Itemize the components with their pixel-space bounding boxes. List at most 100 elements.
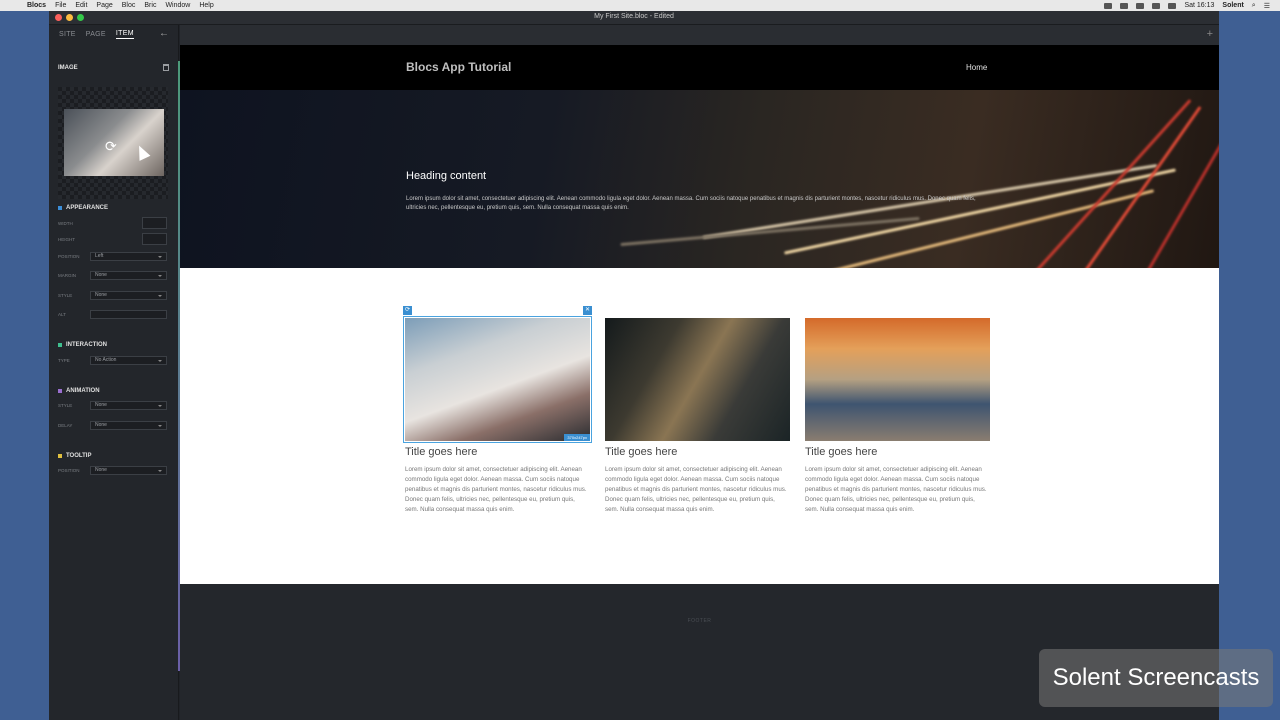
wifi-icon[interactable]	[1152, 2, 1161, 9]
height-row: HEIGHT	[58, 233, 170, 245]
height-label: HEIGHT	[58, 236, 76, 242]
footer-label: FOOTER	[687, 618, 712, 624]
alt-field[interactable]	[90, 309, 167, 319]
position-select[interactable]: Left	[90, 251, 167, 261]
refresh-icon[interactable]: ⟳	[105, 138, 117, 155]
hero-heading[interactable]: Heading content	[406, 170, 486, 182]
site-header[interactable]: Blocs App Tutorial Home	[180, 45, 1219, 90]
card-title[interactable]: Title goes here	[805, 446, 990, 458]
status-area: Sat 16:13 Solent ⌕ ☰	[1104, 2, 1270, 10]
card-body[interactable]: Lorem ipsum dolor sit amet, consectetuer…	[605, 465, 790, 515]
appearance-label: APPEARANCE	[66, 205, 109, 211]
trash-icon[interactable]	[163, 64, 169, 71]
canvas-toolbar: +	[180, 25, 1219, 45]
tooltip-color-square	[58, 454, 62, 458]
card-3: Title goes here Lorem ipsum dolor sit am…	[805, 318, 990, 515]
card-title[interactable]: Title goes here	[605, 446, 790, 458]
menu-window[interactable]: Window	[165, 2, 190, 9]
app-window: My First Site.bloc - Edited SITE PAGE IT…	[49, 11, 1219, 720]
clock[interactable]: Sat 16:13	[1184, 2, 1214, 9]
card-1: ⟳ ✕ 370x247px Title goes here Lorem ipsu…	[403, 306, 592, 515]
width-label: WIDTH	[58, 220, 73, 226]
watermark: Solent Screencasts	[1039, 649, 1273, 707]
dropbox-icon[interactable]	[1104, 2, 1113, 9]
style-select[interactable]: None	[90, 290, 167, 300]
animation-label: ANIMATION	[66, 388, 100, 394]
position-row: POSITION Left	[58, 251, 170, 261]
margin-row: MARGIN None	[58, 270, 170, 280]
tab-site[interactable]: SITE	[59, 31, 76, 38]
menu-bar: Blocs File Edit Page Bloc Bric Window He…	[0, 0, 1280, 11]
card-title[interactable]: Title goes here	[405, 446, 590, 458]
site-title[interactable]: Blocs App Tutorial	[406, 60, 511, 74]
tooltip-section-title: TOOLTIP	[58, 453, 91, 459]
image-preview[interactable]: ⟳	[58, 87, 168, 199]
hero-text[interactable]: Lorem ipsum dolor sit amet, consectetuer…	[406, 195, 986, 213]
menu-file[interactable]: File	[55, 2, 66, 9]
interaction-type-row: TYPE No Action	[58, 355, 170, 365]
tooltip-position-label: POSITION	[58, 467, 80, 473]
card-image-keyboard[interactable]: ⟳ ✕ 370x247px	[403, 306, 592, 443]
record-icon[interactable]	[1120, 2, 1129, 9]
appearance-color-square	[58, 206, 62, 210]
alt-label: ALT	[58, 311, 66, 317]
title-bar: My First Site.bloc - Edited	[49, 11, 1219, 25]
battery-icon[interactable]	[1168, 2, 1177, 9]
menu-help[interactable]: Help	[199, 2, 213, 9]
add-bloc-icon[interactable]: +	[1207, 28, 1213, 40]
content-section: ⟳ ✕ 370x247px Title goes here Lorem ipsu…	[180, 268, 1219, 584]
menu-app[interactable]: Blocs	[27, 2, 46, 9]
interaction-type-select[interactable]: No Action	[90, 355, 167, 365]
tooltip-position-row: POSITION None	[58, 465, 170, 475]
menu-edit[interactable]: Edit	[75, 2, 87, 9]
image-size-tag: 370x247px	[564, 434, 590, 441]
tooltip-position-select[interactable]: None	[90, 465, 167, 475]
sidebar: SITE PAGE ITEM ← IMAGE ⟳ APPEARANCE WIDT…	[49, 25, 179, 720]
search-icon[interactable]: ⌕	[1252, 2, 1256, 10]
interaction-section-title: INTERACTION	[58, 342, 107, 348]
selection-outline	[403, 316, 592, 443]
card-body[interactable]: Lorem ipsum dolor sit amet, consectetuer…	[405, 465, 590, 515]
interaction-label: INTERACTION	[66, 342, 107, 348]
margin-select[interactable]: None	[90, 270, 167, 280]
animation-section-title: ANIMATION	[58, 388, 100, 394]
type-label: TYPE	[58, 357, 70, 363]
alt-row: ALT	[58, 309, 170, 319]
animation-delay-select[interactable]: None	[90, 420, 167, 430]
replace-image-icon[interactable]: ⟳	[403, 306, 412, 315]
menu-bric[interactable]: Bric	[144, 2, 156, 9]
light-streak	[988, 99, 1192, 268]
animation-style-label: STYLE	[58, 402, 73, 408]
user-name[interactable]: Solent	[1222, 2, 1243, 9]
menu-bloc[interactable]: Bloc	[122, 2, 136, 9]
margin-label: MARGIN	[58, 272, 76, 278]
menu-page[interactable]: Page	[96, 2, 112, 9]
delay-label: DELAY	[58, 422, 73, 428]
appearance-section-title: APPEARANCE	[58, 205, 108, 211]
animation-style-select[interactable]: None	[90, 400, 167, 410]
hero-section[interactable]: Heading content Lorem ipsum dolor sit am…	[180, 90, 1219, 268]
interaction-color-square	[58, 343, 62, 347]
sidebar-tabs: SITE PAGE ITEM ←	[49, 25, 179, 43]
card-image-armchair[interactable]	[605, 318, 790, 441]
back-arrow-icon[interactable]: ←	[159, 28, 169, 39]
tooltip-label: TOOLTIP	[66, 453, 92, 459]
window-title: My First Site.bloc - Edited	[594, 13, 674, 20]
style-row: STYLE None	[58, 290, 170, 300]
volume-icon[interactable]	[1136, 2, 1145, 9]
style-label: STYLE	[58, 292, 73, 298]
animation-delay-row: DELAY None	[58, 420, 170, 430]
tab-item[interactable]: ITEM	[115, 30, 134, 39]
height-field[interactable]	[142, 233, 167, 245]
menu-list-icon[interactable]: ☰	[1264, 2, 1270, 10]
card-body[interactable]: Lorem ipsum dolor sit amet, consectetuer…	[805, 465, 990, 515]
tab-page[interactable]: PAGE	[86, 31, 106, 38]
card-image-sofa[interactable]	[805, 318, 990, 441]
width-field[interactable]	[142, 217, 167, 229]
position-label: POSITION	[58, 253, 80, 259]
close-icon[interactable]: ✕	[583, 306, 592, 315]
animation-color-square	[58, 389, 62, 393]
nav-link-home[interactable]: Home	[966, 63, 987, 72]
width-row: WIDTH	[58, 217, 170, 229]
animation-style-row: STYLE None	[58, 400, 170, 410]
